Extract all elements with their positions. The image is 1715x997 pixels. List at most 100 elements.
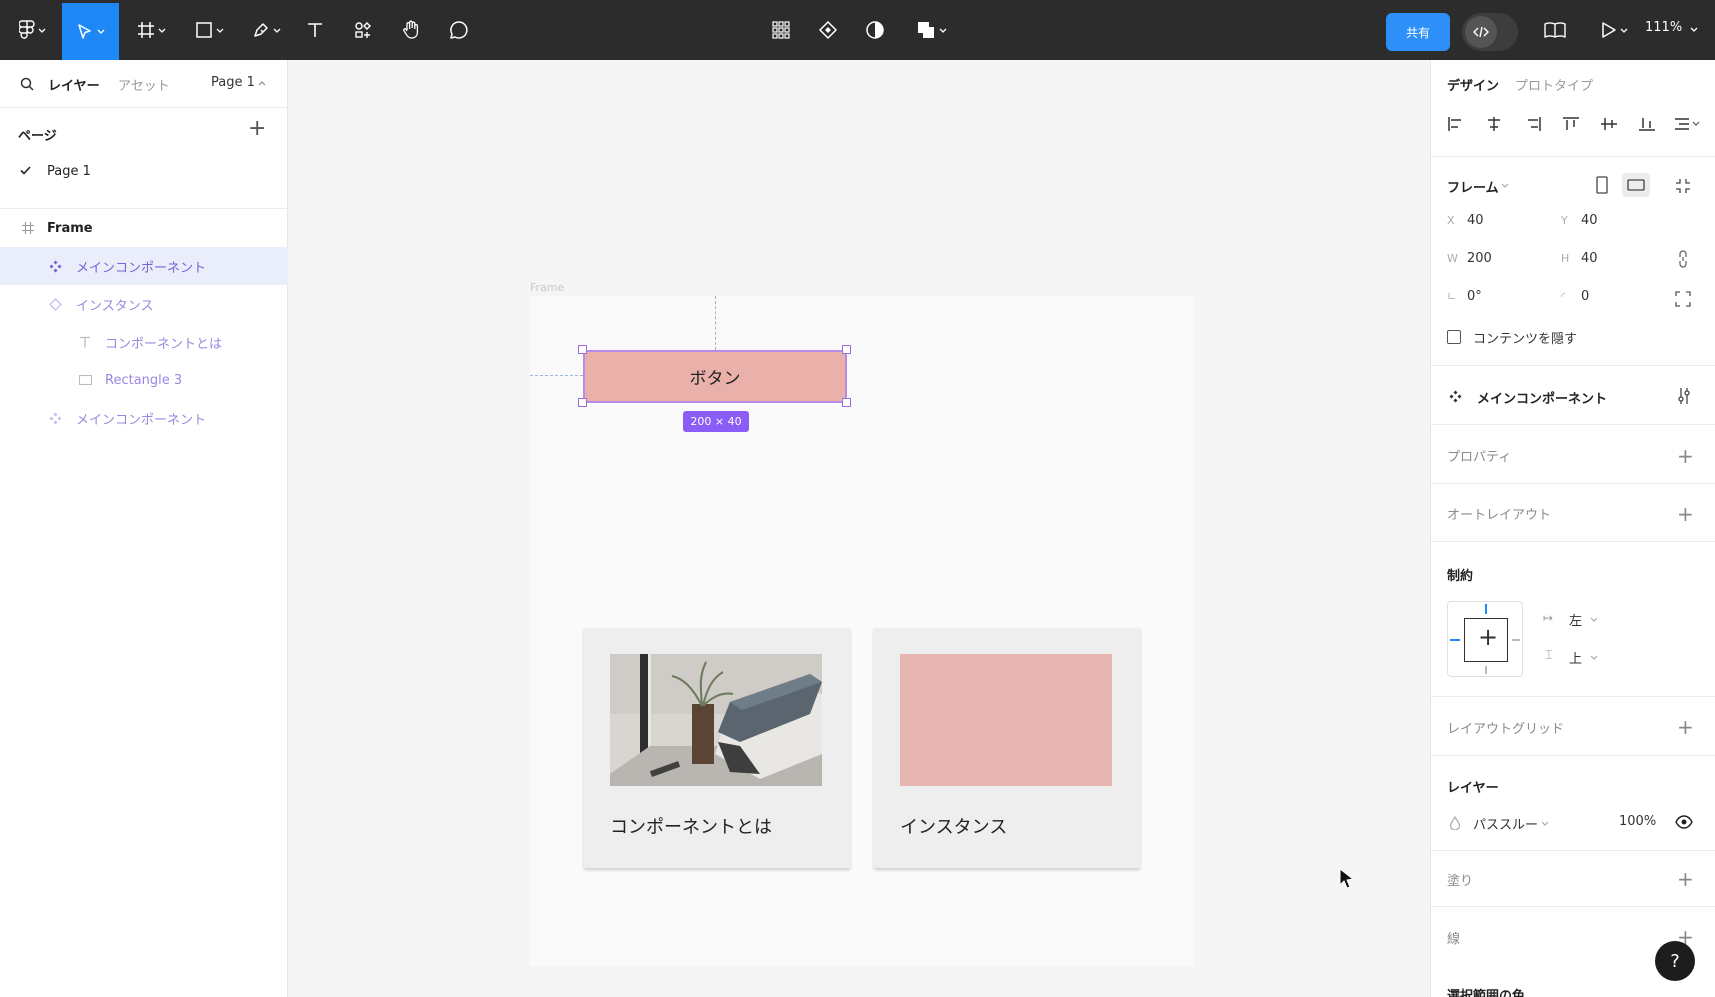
- chevron-down-icon: [216, 28, 223, 33]
- layer-row-instance[interactable]: インスタンス: [0, 285, 288, 323]
- toolbar: 共有 111%: [0, 0, 1715, 60]
- resize-handle-top-right[interactable]: [842, 345, 851, 354]
- width-field[interactable]: W 200: [1447, 251, 1492, 266]
- layer-label: インスタンス: [76, 298, 154, 314]
- component-settings-icon[interactable]: [1677, 387, 1691, 405]
- constraints-title: 制約: [1447, 569, 1474, 584]
- tab-prototype[interactable]: プロトタイプ: [1515, 75, 1593, 94]
- add-auto-layout-button[interactable]: +: [1677, 504, 1694, 524]
- add-property-button[interactable]: +: [1677, 446, 1694, 466]
- tab-assets[interactable]: アセット: [118, 75, 170, 94]
- resize-handle-bottom-left[interactable]: [578, 398, 587, 407]
- layer-row-main-component-2[interactable]: メインコンポーネント: [0, 399, 288, 437]
- boolean-tool-button[interactable]: [908, 8, 954, 52]
- independent-corners-icon[interactable]: [1675, 291, 1691, 307]
- constraints-widget[interactable]: +: [1447, 601, 1523, 677]
- layer-row-rectangle[interactable]: Rectangle 3: [0, 361, 288, 399]
- text-tool-button[interactable]: [300, 8, 330, 52]
- pen-tool-button[interactable]: [243, 8, 289, 52]
- constraint-top-line[interactable]: [1485, 604, 1487, 614]
- move-tool-button[interactable]: [62, 3, 119, 60]
- figma-logo-icon: [18, 20, 35, 39]
- radius-field[interactable]: ◜ 0: [1561, 289, 1589, 304]
- help-button[interactable]: ?: [1655, 941, 1695, 981]
- frame-section-title[interactable]: フレーム: [1447, 177, 1499, 196]
- page-item[interactable]: Page 1: [0, 152, 288, 190]
- frame-icon: [22, 222, 34, 234]
- align-bottom-icon[interactable]: [1638, 116, 1656, 132]
- resize-handle-top-left[interactable]: [578, 345, 587, 354]
- landscape-icon: [1627, 179, 1645, 191]
- align-left-icon[interactable]: [1447, 116, 1465, 132]
- create-component-button[interactable]: [813, 8, 843, 52]
- present-button[interactable]: [1594, 8, 1634, 52]
- chevron-down-icon: [158, 28, 165, 33]
- constraint-right-line[interactable]: [1512, 639, 1520, 641]
- opacity-value[interactable]: 100%: [1619, 814, 1656, 829]
- align-center-vertical-icon[interactable]: [1600, 116, 1618, 132]
- canvas[interactable]: Frame ボタン 200 × 40 コンポーネントとは インスタンス: [289, 60, 1429, 997]
- vertical-constraint-select[interactable]: 上: [1569, 648, 1582, 667]
- blend-mode-select[interactable]: パススルー: [1473, 814, 1538, 833]
- align-right-icon[interactable]: [1524, 116, 1542, 132]
- eye-icon[interactable]: [1675, 815, 1693, 829]
- add-fill-button[interactable]: +: [1677, 869, 1694, 889]
- tab-design[interactable]: デザイン: [1447, 75, 1499, 94]
- height-field[interactable]: H 40: [1561, 251, 1598, 266]
- layer-row-text[interactable]: コンポーネントとは: [0, 323, 288, 361]
- add-layout-grid-button[interactable]: +: [1677, 717, 1694, 737]
- books-plant-photo: [610, 654, 822, 786]
- check-icon: [20, 166, 31, 175]
- y-field[interactable]: Y 40: [1561, 213, 1598, 228]
- resize-to-fit-icon[interactable]: [1675, 178, 1691, 194]
- component-section-title[interactable]: メインコンポーネント: [1477, 388, 1607, 407]
- grid-tool-button[interactable]: [766, 8, 796, 52]
- frame-tool-button[interactable]: [128, 8, 174, 52]
- landscape-toggle[interactable]: [1622, 173, 1650, 197]
- resize-handle-bottom-right[interactable]: [842, 398, 851, 407]
- hand-tool-button[interactable]: [396, 8, 426, 52]
- constrain-proportions-icon[interactable]: [1677, 250, 1689, 268]
- zoom-level[interactable]: 111%: [1645, 20, 1682, 35]
- distribute-icon[interactable]: [1674, 116, 1700, 132]
- tab-layers[interactable]: レイヤー: [48, 75, 100, 94]
- shape-tool-button[interactable]: [186, 8, 232, 52]
- add-page-button[interactable]: +: [248, 118, 266, 140]
- main-component-button[interactable]: ボタン: [583, 350, 847, 403]
- card-component[interactable]: コンポーネントとは: [584, 628, 850, 868]
- share-button[interactable]: 共有: [1386, 13, 1450, 51]
- mask-tool-button[interactable]: [860, 8, 890, 52]
- play-icon: [1601, 22, 1616, 38]
- page-selector[interactable]: Page 1: [211, 75, 255, 90]
- dev-mode-knob: [1465, 16, 1497, 48]
- main-menu-button[interactable]: [10, 8, 54, 52]
- clip-content-checkbox[interactable]: [1447, 330, 1461, 344]
- divider: [1431, 850, 1715, 851]
- align-center-horizontal-icon[interactable]: [1485, 116, 1503, 132]
- chevron-down-icon: [1501, 183, 1509, 188]
- instance-icon: [49, 298, 62, 311]
- constraint-bottom-line[interactable]: [1485, 666, 1487, 674]
- card-caption: インスタンス: [900, 817, 1008, 838]
- comment-tool-button[interactable]: [444, 8, 474, 52]
- layer-row-frame[interactable]: Frame: [0, 209, 288, 247]
- resources-tool-button[interactable]: [348, 8, 378, 52]
- constraint-left-line[interactable]: [1450, 639, 1460, 641]
- layer-row-main-component[interactable]: メインコンポーネント: [0, 247, 288, 285]
- card-instance[interactable]: インスタンス: [874, 628, 1140, 868]
- component-icon: [49, 412, 62, 425]
- library-button[interactable]: [1540, 8, 1570, 52]
- rotation-icon: ∟: [1447, 290, 1457, 303]
- search-icon[interactable]: [20, 77, 34, 91]
- dev-mode-toggle[interactable]: [1462, 13, 1518, 51]
- rotation-field[interactable]: ∟ 0°: [1447, 289, 1482, 304]
- layer-label: コンポーネントとは: [105, 336, 223, 352]
- rectangle-icon: [195, 22, 212, 38]
- y-label: Y: [1561, 214, 1568, 227]
- horizontal-constraint-select[interactable]: 左: [1569, 610, 1582, 629]
- x-field[interactable]: X 40: [1447, 213, 1484, 228]
- frame-label[interactable]: Frame: [530, 281, 564, 294]
- align-top-icon[interactable]: [1562, 116, 1580, 132]
- w-label: W: [1447, 252, 1458, 265]
- portrait-icon[interactable]: [1596, 176, 1608, 194]
